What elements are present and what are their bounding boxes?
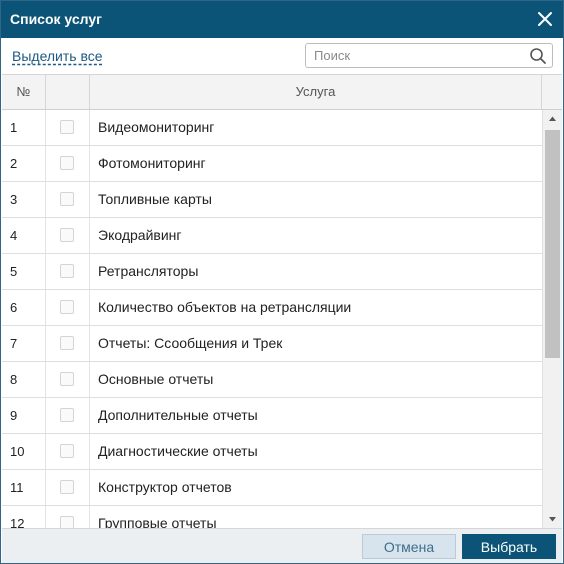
row-number: 11 bbox=[2, 470, 46, 505]
table-row[interactable]: 1 Видеомониторинг bbox=[2, 110, 542, 146]
row-checkbox[interactable] bbox=[60, 192, 74, 206]
search-input[interactable] bbox=[314, 47, 524, 64]
dialog-titlebar: Список услуг bbox=[1, 1, 563, 38]
row-number: 3 bbox=[2, 182, 46, 217]
service-name: Основные отчеты bbox=[98, 371, 214, 387]
table-row[interactable]: 5 Ретрансляторы bbox=[2, 254, 542, 290]
service-name: Фотомониторинг bbox=[98, 155, 206, 171]
row-number: 5 bbox=[2, 254, 46, 289]
row-checkbox-cell bbox=[46, 146, 90, 181]
service-name: Ретрансляторы bbox=[98, 263, 199, 279]
row-checkbox[interactable] bbox=[60, 516, 74, 528]
table-row[interactable]: 2 Фотомониторинг bbox=[2, 146, 542, 182]
service-name: Экодрайвинг bbox=[98, 227, 182, 243]
row-number: 8 bbox=[2, 362, 46, 397]
row-checkbox-cell bbox=[46, 506, 90, 528]
service-name: Диагностические отчеты bbox=[98, 443, 258, 459]
row-checkbox[interactable] bbox=[60, 444, 74, 458]
scroll-up-arrow-icon[interactable] bbox=[543, 110, 562, 127]
row-number: 6 bbox=[2, 290, 46, 325]
service-name: Топливные карты bbox=[98, 191, 212, 207]
select-button[interactable]: Выбрать bbox=[462, 534, 556, 559]
row-number: 9 bbox=[2, 398, 46, 433]
row-checkbox[interactable] bbox=[60, 228, 74, 242]
row-checkbox-cell bbox=[46, 290, 90, 325]
row-checkbox[interactable] bbox=[60, 480, 74, 494]
table-row[interactable]: 7 Отчеты: Ссообщения и Трек bbox=[2, 326, 542, 362]
row-checkbox[interactable] bbox=[60, 300, 74, 314]
row-checkbox-cell bbox=[46, 326, 90, 361]
row-checkbox-cell bbox=[46, 110, 90, 145]
row-checkbox[interactable] bbox=[60, 156, 74, 170]
column-header-number[interactable]: № bbox=[2, 75, 46, 109]
row-checkbox[interactable] bbox=[60, 264, 74, 278]
search-box bbox=[305, 43, 553, 68]
table-row[interactable]: 9 Дополнительные отчеты bbox=[2, 398, 542, 434]
row-checkbox-cell bbox=[46, 182, 90, 217]
table-header: № Услуга bbox=[2, 74, 562, 110]
dialog-toolbar: Выделить все bbox=[1, 38, 563, 74]
dialog-title: Список услуг bbox=[10, 11, 102, 27]
table-row[interactable]: 3 Топливные карты bbox=[2, 182, 542, 218]
row-checkbox-cell bbox=[46, 362, 90, 397]
service-name: Дополнительные отчеты bbox=[98, 407, 258, 423]
table-row[interactable]: 10 Диагностические отчеты bbox=[2, 434, 542, 470]
row-checkbox-cell bbox=[46, 218, 90, 253]
scrollbar-thumb[interactable] bbox=[545, 130, 560, 358]
row-checkbox[interactable] bbox=[60, 120, 74, 134]
row-checkbox-cell bbox=[46, 434, 90, 469]
row-number: 12 bbox=[2, 506, 46, 528]
service-name: Отчеты: Ссообщения и Трек bbox=[98, 335, 283, 351]
row-number: 10 bbox=[2, 434, 46, 469]
dialog-footer: Отмена Выбрать bbox=[2, 528, 562, 563]
service-name: Видеомониторинг bbox=[98, 119, 215, 135]
row-checkbox-cell bbox=[46, 254, 90, 289]
table-row[interactable]: 8 Основные отчеты bbox=[2, 362, 542, 398]
row-number: 4 bbox=[2, 218, 46, 253]
column-header-service[interactable]: Услуга bbox=[90, 75, 542, 109]
service-name: Групповые отчеты bbox=[98, 515, 217, 528]
row-checkbox[interactable] bbox=[60, 408, 74, 422]
column-header-checkbox bbox=[46, 75, 90, 109]
close-icon[interactable] bbox=[535, 9, 555, 29]
table-row[interactable]: 11 Конструктор отчетов bbox=[2, 470, 542, 506]
service-name: Конструктор отчетов bbox=[98, 479, 232, 495]
vertical-scrollbar[interactable] bbox=[542, 110, 562, 528]
row-number: 2 bbox=[2, 146, 46, 181]
row-checkbox-cell bbox=[46, 470, 90, 505]
scroll-down-arrow-icon[interactable] bbox=[543, 511, 562, 528]
row-checkbox-cell bbox=[46, 398, 90, 433]
row-number: 1 bbox=[2, 110, 46, 145]
row-checkbox[interactable] bbox=[60, 336, 74, 350]
table-row[interactable]: 12 Групповые отчеты bbox=[2, 506, 542, 528]
search-icon[interactable] bbox=[529, 47, 547, 65]
services-dialog: Список услуг Выделить все № Услуга 1 Виде… bbox=[0, 0, 564, 564]
select-all-link[interactable]: Выделить все bbox=[12, 48, 103, 64]
row-number: 7 bbox=[2, 326, 46, 361]
service-name: Количество объектов на ретрансляции bbox=[98, 299, 352, 315]
table-body: 1 Видеомониторинг 2 Фотомониторинг 3 Топливны… bbox=[2, 110, 542, 528]
table-row[interactable]: 6 Количество объектов на ретрансляции bbox=[2, 290, 542, 326]
table-row[interactable]: 4 Экодрайвинг bbox=[2, 218, 542, 254]
row-checkbox[interactable] bbox=[60, 372, 74, 386]
cancel-button[interactable]: Отмена bbox=[362, 534, 456, 559]
